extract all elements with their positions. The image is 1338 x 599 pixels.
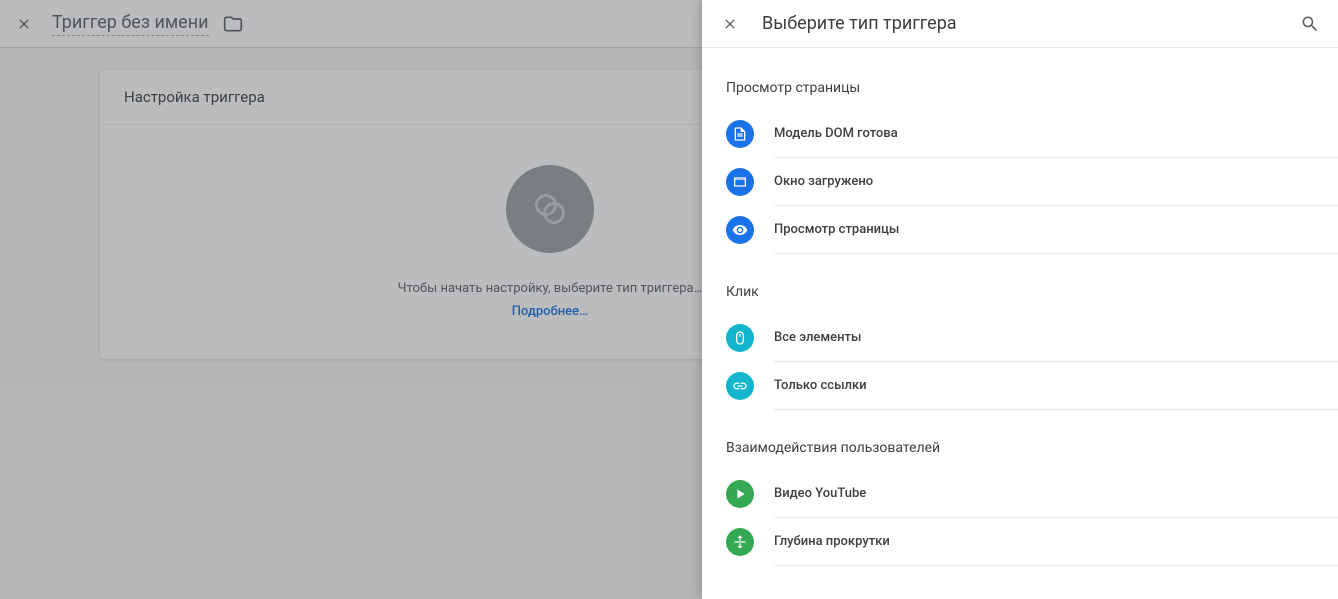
section-title: Клик — [726, 272, 1338, 314]
trigger-type-item[interactable]: Видео YouTube — [774, 470, 1338, 518]
trigger-type-item[interactable]: Модель DOM готова — [774, 110, 1338, 158]
close-icon — [722, 16, 738, 32]
window-icon — [726, 168, 754, 196]
trigger-type-item[interactable]: Просмотр страницы — [774, 206, 1338, 254]
trigger-type-label: Окно загружено — [774, 174, 873, 189]
trigger-type-item[interactable]: Все элементы — [774, 314, 1338, 362]
panel-title: Выберите тип триггера — [762, 13, 1298, 34]
section-title: Взаимодействия пользователей — [726, 428, 1338, 470]
play-icon — [726, 480, 754, 508]
trigger-type-item[interactable]: Окно загружено — [774, 158, 1338, 206]
scroll-icon — [726, 528, 754, 556]
search-icon — [1300, 14, 1320, 34]
trigger-type-label: Только ссылки — [774, 378, 867, 393]
panel-body[interactable]: Просмотр страницы Модель DOM готова Окно з… — [702, 48, 1338, 599]
trigger-type-label: Модель DOM готова — [774, 126, 898, 141]
link-icon — [726, 372, 754, 400]
panel-header: Выберите тип триггера — [702, 0, 1338, 48]
trigger-type-label: Просмотр страницы — [774, 222, 899, 237]
close-panel-button[interactable] — [718, 12, 742, 36]
trigger-type-panel: Выберите тип триггера Просмотр страницы М… — [702, 0, 1338, 599]
trigger-type-label: Видео YouTube — [774, 486, 866, 501]
eye-icon — [726, 216, 754, 244]
trigger-type-item[interactable]: Глубина прокрутки — [774, 518, 1338, 566]
section-title: Просмотр страницы — [726, 68, 1338, 110]
search-button[interactable] — [1298, 12, 1322, 36]
mouse-icon — [726, 324, 754, 352]
trigger-type-item[interactable]: Только ссылки — [774, 362, 1338, 410]
trigger-type-label: Глубина прокрутки — [774, 534, 890, 549]
doc-icon — [726, 120, 754, 148]
trigger-type-label: Все элементы — [774, 330, 861, 345]
